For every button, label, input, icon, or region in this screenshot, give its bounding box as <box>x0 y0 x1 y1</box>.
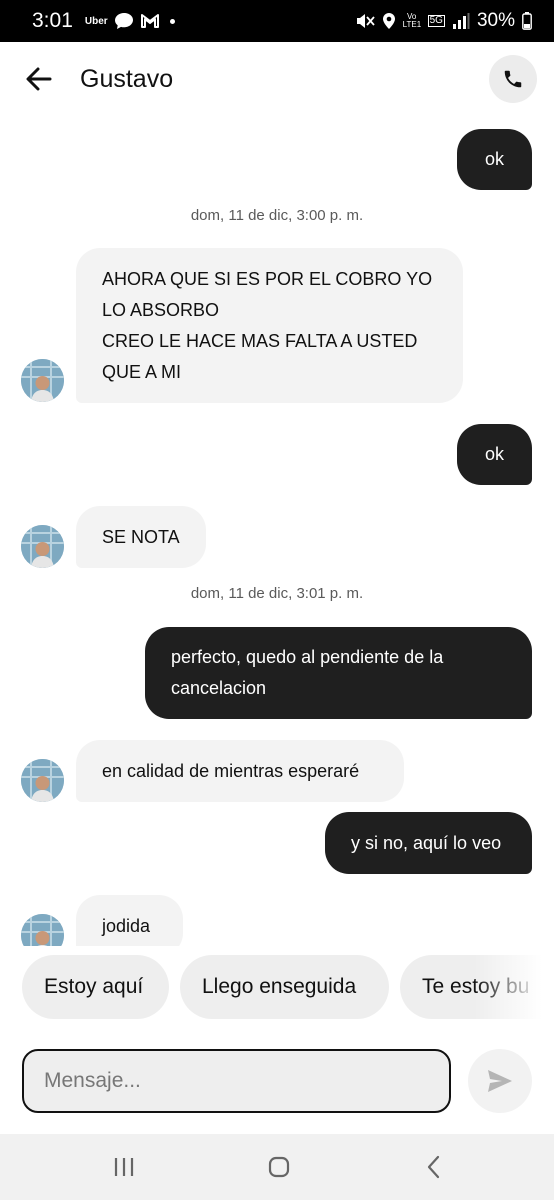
call-button[interactable] <box>489 55 537 103</box>
status-time: 3:01 <box>32 9 73 32</box>
avatar[interactable] <box>21 359 64 402</box>
message-line: LO ABSORBO <box>102 299 220 320</box>
message-outgoing[interactable]: y si no, aquí lo veo <box>325 812 532 874</box>
signal-icon <box>452 13 470 29</box>
message-text: ok <box>484 444 504 464</box>
volte-label: Vo LTE1 <box>402 12 422 29</box>
message-line: cancelacion <box>171 678 267 698</box>
message-text: en calidad de mientras esperaré <box>102 760 360 781</box>
arrow-left-icon <box>26 67 52 91</box>
send-button[interactable] <box>468 1049 532 1113</box>
home-button[interactable] <box>259 1152 299 1182</box>
quick-reply-chip[interactable]: Estoy aquí <box>22 955 169 1019</box>
system-icons: Vo LTE1 5G 30% <box>355 10 532 32</box>
avatar[interactable] <box>21 525 64 568</box>
quick-reply-chip[interactable]: Llego enseguida <box>180 955 389 1019</box>
back-button[interactable] <box>22 62 56 96</box>
message-line: QUE A MI <box>102 361 182 382</box>
message-timestamp: dom, 11 de dic, 3:00 p. m. <box>190 207 364 224</box>
message-text: SE NOTA <box>102 526 180 547</box>
quick-replies: Estoy aquí Llego enseguida Te estoy bu <box>0 946 554 1046</box>
message-text: y si no, aquí lo veo <box>351 832 502 853</box>
message-incoming[interactable]: AHORA QUE SI ES POR EL COBRO YO LO ABSOR… <box>76 248 463 403</box>
chat-bubble-icon <box>114 13 133 29</box>
contact-name: Gustavo <box>80 65 174 93</box>
back-nav-button[interactable] <box>414 1152 454 1182</box>
send-icon <box>488 1070 512 1092</box>
message-outgoing[interactable]: ok <box>457 129 532 190</box>
more-notifications-dot <box>169 18 175 24</box>
message-line: AHORA QUE SI ES POR EL COBRO YO <box>102 268 433 289</box>
avatar[interactable] <box>21 759 64 802</box>
contact-photo <box>21 525 64 568</box>
uber-notification-label: Uber <box>84 15 108 27</box>
status-bar: 3:01 Uber Vo LTE1 5G 30% <box>0 0 554 42</box>
message-input-container <box>22 1049 451 1113</box>
contact-photo <box>21 359 64 402</box>
message-outgoing[interactable]: ok <box>457 424 532 485</box>
message-outgoing[interactable]: perfecto, quedo al pendiente de la cance… <box>145 627 532 719</box>
home-icon <box>268 1156 290 1178</box>
recent-apps-icon <box>114 1158 134 1176</box>
chat-header: Gustavo <box>0 42 554 118</box>
phone-icon <box>504 70 522 88</box>
message-incoming[interactable]: en calidad de mientras esperaré <box>76 740 404 802</box>
mute-icon <box>356 14 375 28</box>
location-icon <box>382 13 395 29</box>
recent-apps-button[interactable] <box>104 1152 144 1182</box>
network-type-label: 5G <box>427 15 445 27</box>
gmail-icon <box>140 14 159 28</box>
message-incoming[interactable]: SE NOTA <box>76 506 206 568</box>
message-text: jodida <box>102 915 151 936</box>
contact-photo <box>21 759 64 802</box>
message-input[interactable] <box>24 1051 449 1111</box>
chip-fade-overlay <box>474 946 554 1046</box>
battery-percent: 30% <box>476 10 515 31</box>
notification-icons: Uber <box>85 12 175 30</box>
system-nav-bar <box>0 1134 554 1200</box>
message-text: ok <box>484 149 504 169</box>
battery-icon <box>522 12 532 30</box>
message-line: CREO LE HACE MAS FALTA A USTED <box>102 330 418 351</box>
message-timestamp: dom, 11 de dic, 3:01 p. m. <box>190 585 364 602</box>
message-line: perfecto, quedo al pendiente de la <box>171 647 444 667</box>
back-nav-icon <box>427 1155 440 1179</box>
